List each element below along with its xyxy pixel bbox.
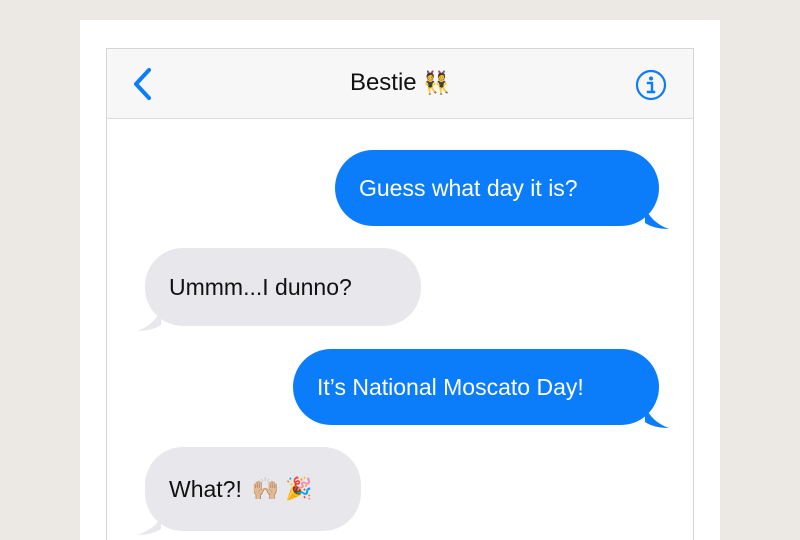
message-text: Ummm...I dunno? <box>169 273 352 300</box>
message-bubble-outgoing[interactable]: It’s National Moscato Day! <box>293 349 659 425</box>
message-text: What?! <box>169 475 242 502</box>
message-bubble-outgoing[interactable]: Guess what day it is? <box>335 150 659 226</box>
message-text: Guess what day it is? <box>359 174 578 201</box>
bubble-tail <box>645 406 669 428</box>
contact-title[interactable]: Bestie 👯 <box>107 69 693 97</box>
bubble-tail <box>137 517 161 535</box>
contact-name: Bestie <box>349 69 417 96</box>
message-emojis: 🙌🏼 🎉 <box>251 476 313 501</box>
message-bubble-incoming[interactable]: Ummm...I dunno? <box>145 248 421 326</box>
message-text: It’s National Moscato Day! <box>317 373 584 400</box>
contact-emoji: 👯 <box>422 70 451 95</box>
conversation-header: Bestie 👯 <box>107 49 693 119</box>
info-circle-icon <box>635 69 667 101</box>
bubble-tail <box>137 309 161 331</box>
message-bubble-incoming[interactable]: What?! 🙌🏼 🎉 <box>145 447 361 531</box>
info-button[interactable] <box>635 69 667 101</box>
bubble-tail <box>645 207 669 229</box>
messages-screen: Bestie 👯 Guess what day it is? Ummm...I d… <box>106 48 694 540</box>
